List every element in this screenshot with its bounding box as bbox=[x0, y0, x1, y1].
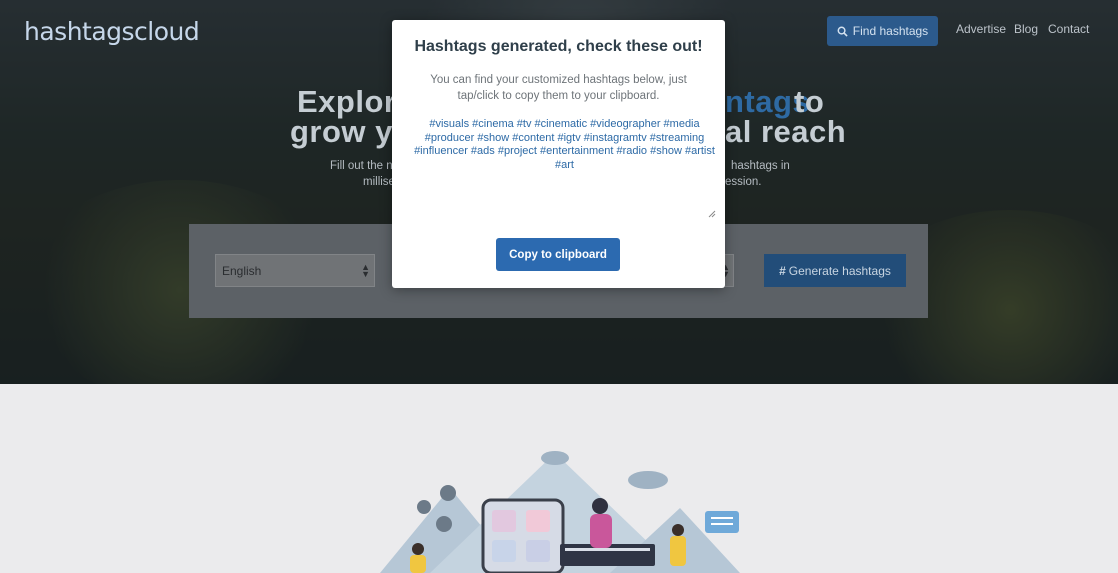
language-select[interactable]: English ▲ ▼ bbox=[215, 254, 375, 287]
hero-subtitle-left-2: millise bbox=[363, 176, 395, 188]
hero-title-line2-right: al reach bbox=[725, 114, 847, 149]
hero-subtitle-right-2: ession. bbox=[725, 176, 762, 188]
resize-grip-icon[interactable] bbox=[708, 210, 716, 218]
nav-blog[interactable]: Blog bbox=[1014, 22, 1038, 36]
generate-hashtags-label: Generate hashtags bbox=[788, 263, 891, 278]
hash-icon: # bbox=[779, 263, 786, 278]
social-media-illustration bbox=[380, 451, 740, 573]
hashtags-textarea[interactable]: #visuals #cinema #tv #cinematic #videogr… bbox=[412, 118, 717, 218]
select-arrows-icon: ▲ ▼ bbox=[361, 262, 370, 279]
hashtags-modal: Hashtags generated, check these out! You… bbox=[392, 20, 725, 288]
search-icon bbox=[837, 26, 848, 37]
find-hashtags-button[interactable]: Find hashtags bbox=[827, 16, 938, 46]
hero-subtitle-left-1: Fill out the n bbox=[330, 160, 393, 172]
hero-subtitle-right-1: hashtags in bbox=[731, 160, 790, 172]
generate-hashtags-button[interactable]: # Generate hashtags bbox=[764, 254, 906, 287]
find-hashtags-label: Find hashtags bbox=[852, 24, 929, 38]
language-select-value: English bbox=[222, 264, 262, 278]
nav-contact[interactable]: Contact bbox=[1048, 22, 1089, 36]
modal-description: You can find your customized hashtags be… bbox=[430, 74, 687, 102]
nav-advertise[interactable]: Advertise bbox=[956, 22, 1006, 36]
site-logo[interactable]: hashtagscloud bbox=[24, 17, 200, 46]
modal-title: Hashtags generated, check these out! bbox=[414, 38, 703, 55]
copy-to-clipboard-button[interactable]: Copy to clipboard bbox=[496, 238, 620, 271]
